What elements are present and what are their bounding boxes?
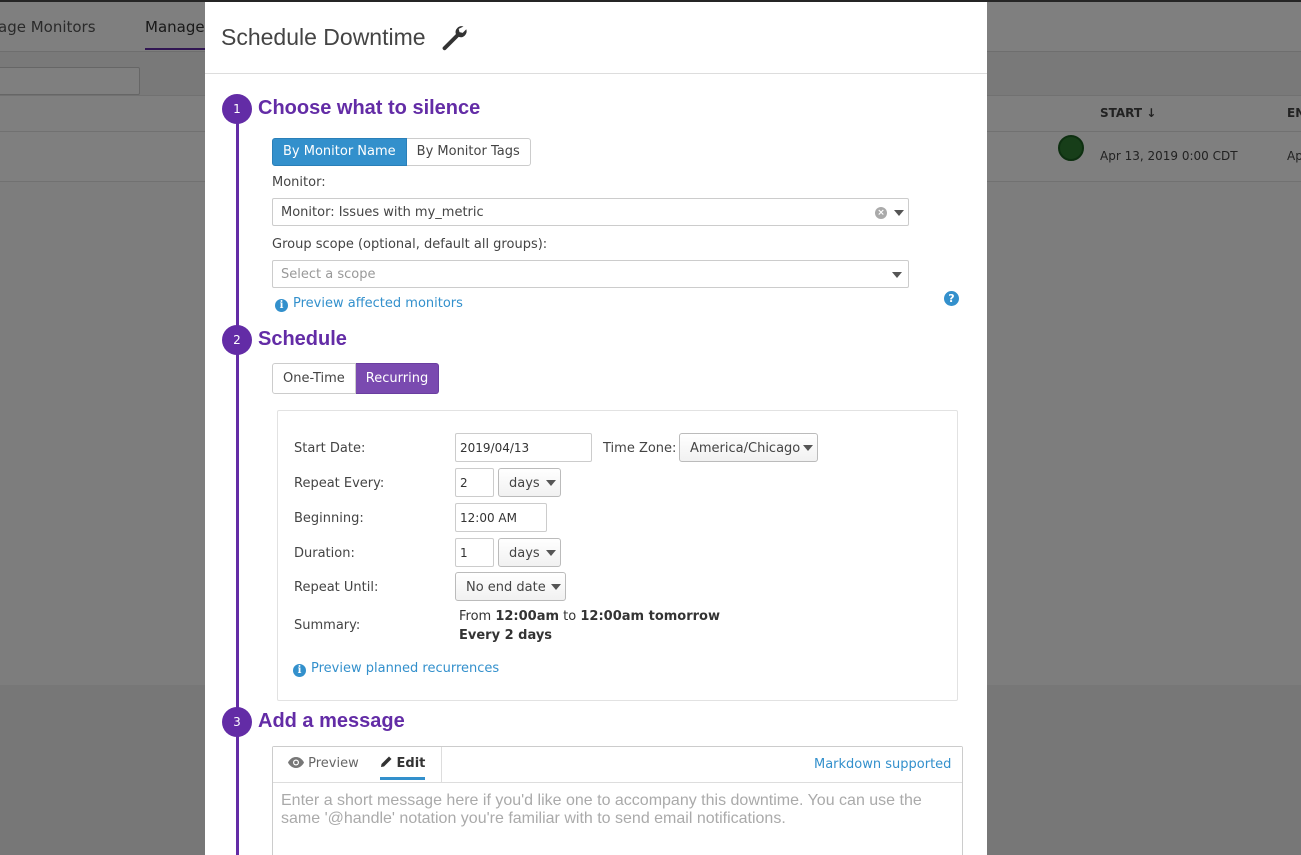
step-title-message: Add a message [258, 710, 405, 732]
tab-divider [441, 747, 442, 783]
monitor-select-value: Monitor: Issues with my_metric [281, 205, 484, 220]
clear-icon[interactable]: × [875, 207, 887, 219]
repeat-every-unit-select[interactable]: days [498, 468, 561, 497]
step-number: 1 [222, 94, 252, 124]
monitor-select[interactable]: Monitor: Issues with my_metric × [272, 198, 909, 226]
message-textarea[interactable]: Enter a short message here if you'd like… [281, 792, 951, 828]
preview-affected-monitors-link[interactable]: i Preview affected monitors [275, 296, 463, 312]
tab-preview[interactable]: Preview [288, 756, 359, 771]
tab-edit-label: Edit [396, 756, 426, 771]
wrench-icon [442, 26, 467, 51]
tab-edit[interactable]: Edit [380, 756, 426, 780]
repeat-until-label: Repeat Until: [294, 580, 379, 595]
help-icon[interactable]: ? [944, 291, 959, 306]
summary-to: to [559, 609, 581, 624]
chevron-down-icon[interactable] [894, 210, 904, 216]
silence-mode-toggle: By Monitor Name By Monitor Tags [272, 138, 531, 166]
markdown-supported-link[interactable]: Markdown supported [814, 757, 951, 772]
duration-input[interactable]: 1 [455, 538, 494, 567]
chevron-down-icon [551, 584, 561, 590]
recurring-button[interactable]: Recurring [355, 363, 440, 394]
step-title-schedule: Schedule [258, 328, 347, 350]
repeat-until-select[interactable]: No end date [455, 572, 566, 601]
summary-every: Every 2 days [459, 628, 553, 643]
duration-value: 1 [460, 546, 468, 560]
group-scope-label: Group scope (optional, default all group… [272, 237, 548, 252]
schedule-summary: From 12:00am to 12:00am tomorrow Every 2… [459, 607, 720, 645]
one-time-button[interactable]: One-Time [272, 363, 356, 394]
schedule-downtime-modal: Schedule Downtime 1 Choose what to silen… [205, 2, 987, 855]
schedule-type-toggle: One-Time Recurring [272, 363, 440, 394]
preview-planned-recurrences-text: Preview planned recurrences [311, 661, 500, 676]
summary-label: Summary: [294, 618, 361, 633]
time-zone-value: America/Chicago [690, 441, 801, 456]
repeat-every-unit-value: days [509, 476, 540, 491]
step-number: 3 [222, 707, 252, 737]
repeat-every-value: 2 [460, 476, 468, 490]
duration-unit-value: days [509, 546, 540, 561]
by-monitor-name-button[interactable]: By Monitor Name [272, 138, 407, 166]
step-title-choose: Choose what to silence [258, 97, 481, 119]
pencil-icon [381, 756, 392, 767]
chevron-down-icon [546, 550, 556, 556]
tab-preview-label: Preview [308, 756, 359, 771]
start-date-value: 2019/04/13 [460, 441, 530, 455]
beginning-label: Beginning: [294, 511, 364, 526]
time-zone-label: Time Zone: [603, 441, 677, 456]
beginning-time-value: 12:00 AM [460, 511, 517, 525]
chevron-down-icon[interactable] [892, 272, 902, 278]
repeat-until-value: No end date [466, 580, 546, 595]
eye-icon [288, 757, 304, 768]
modal-header: Schedule Downtime [205, 2, 987, 74]
repeat-every-label: Repeat Every: [294, 476, 385, 491]
group-scope-placeholder: Select a scope [281, 267, 376, 282]
chevron-down-icon [546, 480, 556, 486]
start-date-input[interactable]: 2019/04/13 [455, 433, 592, 462]
summary-start: 12:00am [495, 609, 560, 624]
preview-affected-monitors-text: Preview affected monitors [293, 296, 463, 311]
summary-from: From [459, 609, 496, 624]
time-zone-select[interactable]: America/Chicago [679, 433, 818, 462]
message-tabs: Preview Edit Markdown supported [273, 747, 962, 783]
info-icon: i [275, 299, 288, 312]
start-date-label: Start Date: [294, 441, 366, 456]
beginning-time-input[interactable]: 12:00 AM [455, 503, 547, 532]
step-number: 2 [222, 325, 252, 355]
message-editor: Preview Edit Markdown supported Enter a … [272, 746, 963, 855]
chevron-down-icon [803, 445, 813, 451]
timeline-line [236, 110, 239, 855]
duration-unit-select[interactable]: days [498, 538, 561, 567]
preview-planned-recurrences-link[interactable]: i Preview planned recurrences [293, 661, 499, 677]
by-monitor-tags-button[interactable]: By Monitor Tags [406, 138, 531, 166]
modal-title: Schedule Downtime [221, 24, 426, 50]
info-icon: i [293, 664, 306, 677]
group-scope-select[interactable]: Select a scope [272, 260, 909, 288]
summary-end: 12:00am tomorrow [580, 609, 720, 624]
repeat-every-input[interactable]: 2 [455, 468, 494, 497]
duration-label: Duration: [294, 546, 355, 561]
monitor-label: Monitor: [272, 175, 326, 190]
recurring-schedule-panel: Start Date: 2019/04/13 Time Zone: Americ… [277, 410, 958, 701]
